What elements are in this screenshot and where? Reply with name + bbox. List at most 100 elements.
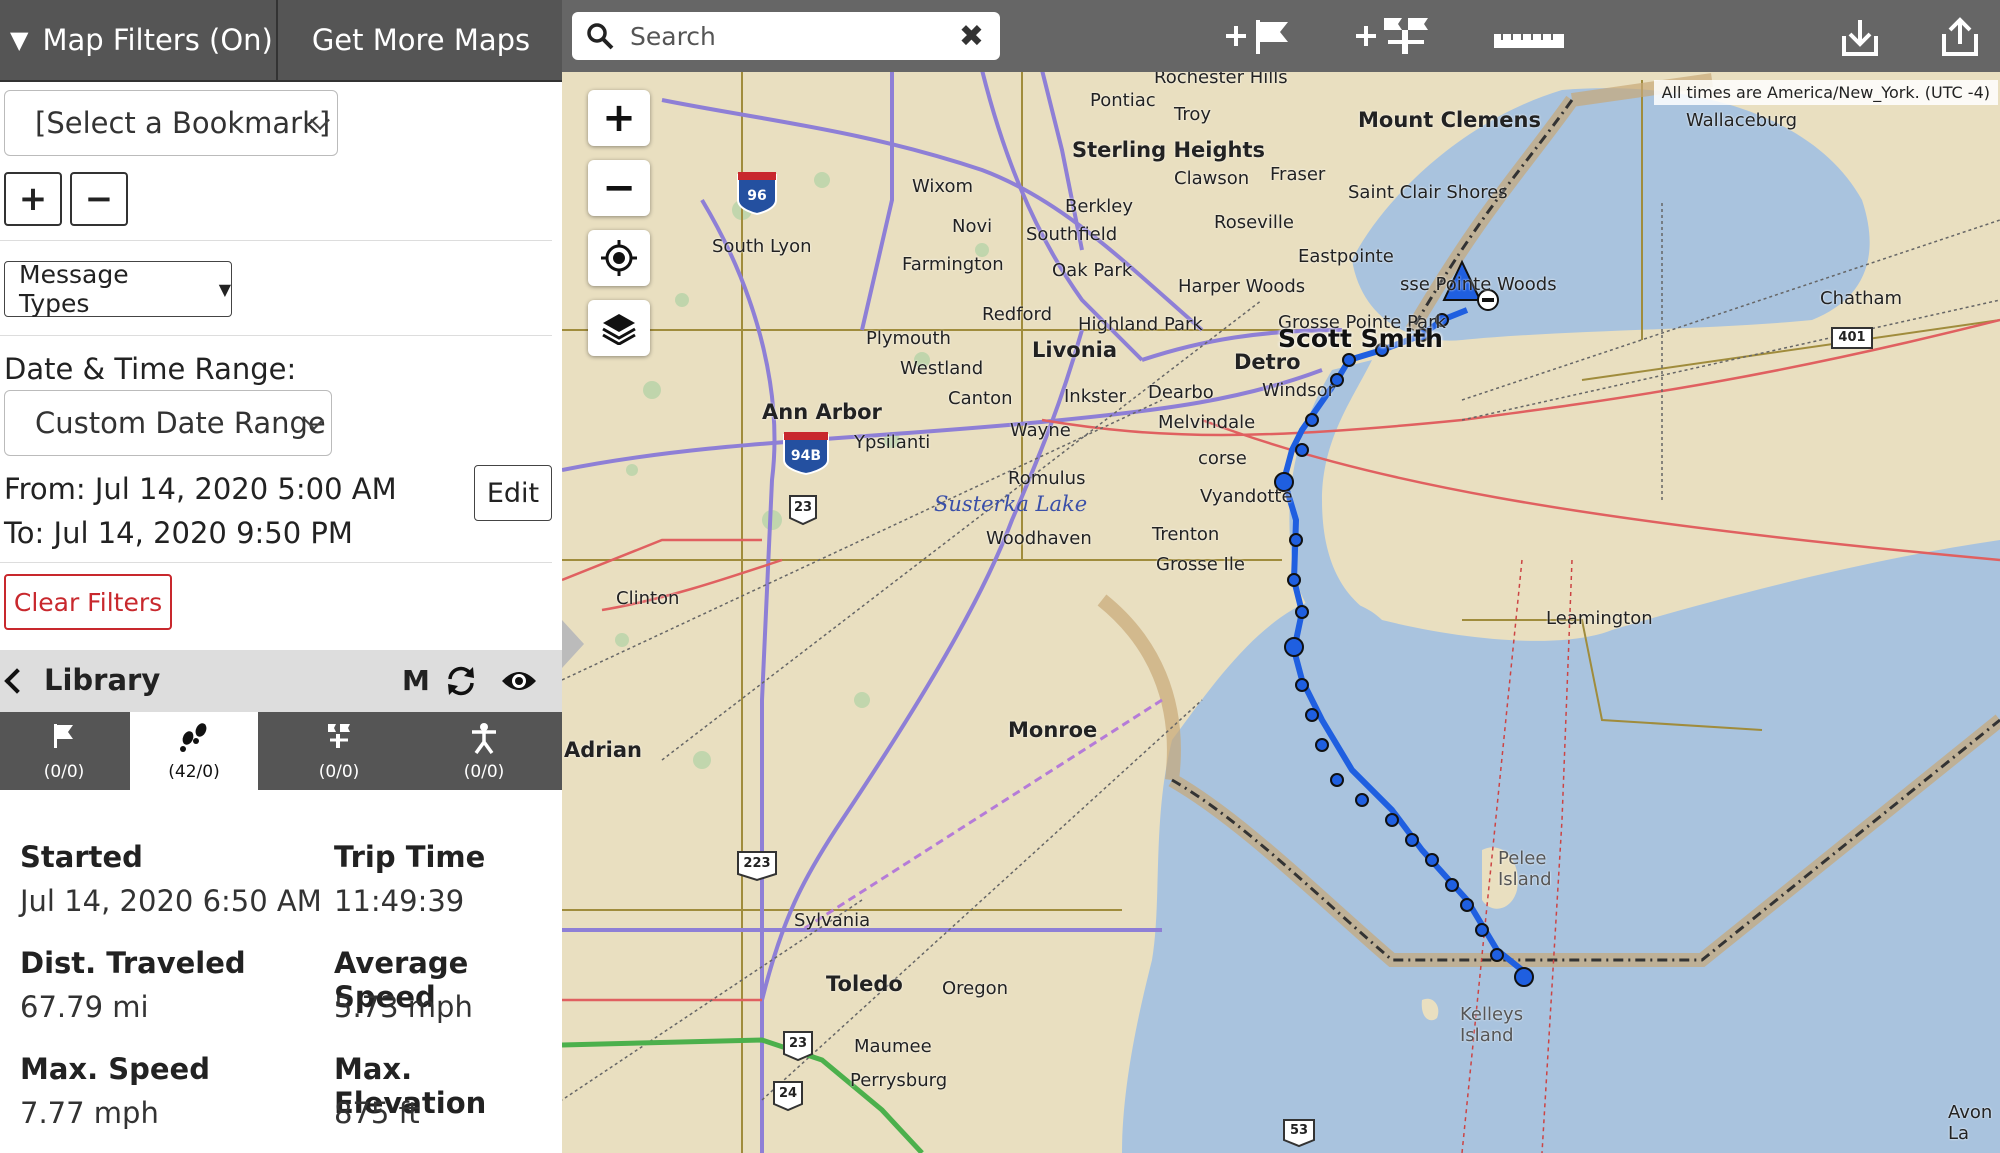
- bookmark-select[interactable]: [Select a Bookmark]: [4, 90, 338, 156]
- eye-icon[interactable]: [500, 666, 538, 696]
- divider: [0, 335, 552, 336]
- library-tabs: (0/0) (42/0) (0/0) (0/0): [0, 712, 562, 790]
- add-bookmark-button[interactable]: +: [4, 172, 62, 226]
- city-label: Highland Park: [1078, 314, 1203, 335]
- timezone-note: All times are America/New_York. (UTC -4): [1653, 80, 1998, 105]
- city-label: Pontiac: [1090, 90, 1156, 111]
- tab-people[interactable]: (0/0): [420, 712, 548, 790]
- city-label: Berkley: [1065, 196, 1133, 217]
- stat-value: 7.77 mph: [20, 1096, 159, 1130]
- zoom-out-button[interactable]: −: [588, 160, 650, 216]
- city-label: Melvindale: [1158, 412, 1256, 433]
- route-shield-label: 401: [1838, 330, 1866, 345]
- divider: [0, 240, 552, 241]
- city-label: Woodhaven: [986, 528, 1092, 549]
- bookmark-select-value: [Select a Bookmark]: [35, 106, 331, 140]
- city-label: corse: [1198, 448, 1247, 469]
- search-input[interactable]: Search: [630, 22, 716, 51]
- ruler-icon[interactable]: [1492, 26, 1566, 50]
- city-label: Clawson: [1174, 168, 1250, 189]
- route-shield-label: 223: [743, 856, 771, 871]
- sidebar-topbar: ▼ Map Filters (On) Get More Maps: [0, 0, 562, 82]
- city-label: Chatham: [1820, 288, 1903, 309]
- city-label: Oregon: [942, 978, 1009, 999]
- stat-label: Trip Time: [334, 840, 486, 874]
- add-marker-icon[interactable]: [1222, 14, 1296, 58]
- date-range-select-value: Custom Date Range: [35, 406, 326, 440]
- download-icon[interactable]: [1838, 16, 1882, 60]
- city-label: Sterling Heights: [1072, 138, 1265, 162]
- island-label: Kelleys Island: [1460, 1004, 1524, 1046]
- minus-icon: −: [84, 179, 114, 219]
- get-more-maps-button[interactable]: Get More Maps: [280, 0, 562, 80]
- city-label: Southfield: [1026, 224, 1118, 245]
- m-button[interactable]: M: [402, 664, 430, 697]
- stat-value: 5.73 mph: [334, 990, 473, 1024]
- city-label: Trenton: [1152, 524, 1220, 545]
- lake-label: Susterka Lake: [934, 492, 1088, 516]
- city-label: Windsor: [1262, 380, 1336, 401]
- share-icon[interactable]: [1938, 14, 1982, 60]
- search-box[interactable]: Search ✖: [572, 12, 1000, 60]
- city-label: Roseville: [1214, 212, 1294, 233]
- panel-collapse-handle[interactable]: [562, 620, 584, 668]
- plus-icon: +: [602, 95, 636, 141]
- city-label: Oak Park: [1052, 260, 1133, 281]
- edit-date-button[interactable]: Edit: [474, 465, 552, 521]
- city-label: Leamington: [1546, 608, 1653, 629]
- remove-bookmark-button[interactable]: −: [70, 172, 128, 226]
- city-label: Detro: [1234, 350, 1301, 374]
- map-toolbar: Search ✖: [562, 0, 2000, 72]
- city-label: Dearbo: [1148, 382, 1214, 403]
- from-date-text: From: Jul 14, 2020 5:00 AM: [4, 472, 397, 506]
- chevron-left-icon[interactable]: [4, 668, 30, 694]
- stat-value: Jul 14, 2020 6:50 AM: [20, 884, 322, 918]
- city-label: Westland: [900, 358, 984, 379]
- layers-button[interactable]: [588, 300, 650, 356]
- stat-value: 875 ft: [334, 1096, 420, 1130]
- city-label: Clinton: [616, 588, 680, 609]
- tab-count: (0/0): [463, 762, 505, 782]
- to-date-text: To: Jul 14, 2020 9:50 PM: [4, 516, 353, 550]
- map-view[interactable]: 96 94B 23 223 23 24 53 401 Rochester Hil…: [562, 0, 2000, 1153]
- city-label: Sylvania: [794, 910, 871, 931]
- tab-tracks[interactable]: (42/0): [130, 712, 258, 790]
- clear-filters-button[interactable]: Clear Filters: [4, 574, 172, 630]
- person-label[interactable]: Scott Smith: [1278, 324, 1443, 353]
- tab-count: (42/0): [168, 762, 220, 782]
- crosshair-icon: [601, 240, 637, 276]
- tab-waypoints[interactable]: (0/0): [275, 712, 403, 790]
- locate-button[interactable]: [588, 230, 650, 286]
- city-label: Harper Woods: [1178, 276, 1306, 297]
- route-shield-label: 53: [1289, 1123, 1309, 1138]
- zoom-in-button[interactable]: +: [588, 90, 650, 146]
- map-filters-toggle[interactable]: ▼ Map Filters (On): [0, 0, 278, 80]
- city-label: Canton: [948, 388, 1013, 409]
- add-waypoint-icon[interactable]: [1352, 14, 1438, 58]
- person-icon: [472, 723, 496, 754]
- library-title: Library: [44, 663, 161, 697]
- route-shield-label: 94B: [790, 448, 822, 464]
- city-label: Farmington: [902, 254, 1004, 275]
- stat-value: 11:49:39: [334, 884, 465, 918]
- date-range-select[interactable]: Custom Date Range: [4, 390, 332, 456]
- city-label: Wayne: [1010, 420, 1071, 441]
- divider: [0, 562, 552, 563]
- city-label: Saint Clair Shores: [1348, 182, 1508, 203]
- city-label: Redford: [982, 304, 1053, 325]
- stat-label: Dist. Traveled: [20, 946, 246, 980]
- minus-icon: −: [602, 165, 636, 211]
- clear-filters-label: Clear Filters: [13, 587, 163, 617]
- refresh-icon[interactable]: [444, 664, 478, 698]
- route-shield-label: 23: [793, 500, 813, 515]
- footsteps-icon: [180, 723, 207, 752]
- date-range-heading: Date & Time Range:: [4, 352, 297, 386]
- message-types-dropdown[interactable]: Message Types ▼: [4, 260, 232, 318]
- tab-markers[interactable]: (0/0): [0, 712, 128, 790]
- city-label: Romulus: [1008, 468, 1086, 489]
- close-icon[interactable]: ✖: [959, 19, 984, 54]
- city-label: Monroe: [1008, 718, 1098, 742]
- city-label: Plymouth: [866, 328, 951, 349]
- library-header: Library M: [0, 650, 562, 712]
- stat-label: Max. Speed: [20, 1052, 210, 1086]
